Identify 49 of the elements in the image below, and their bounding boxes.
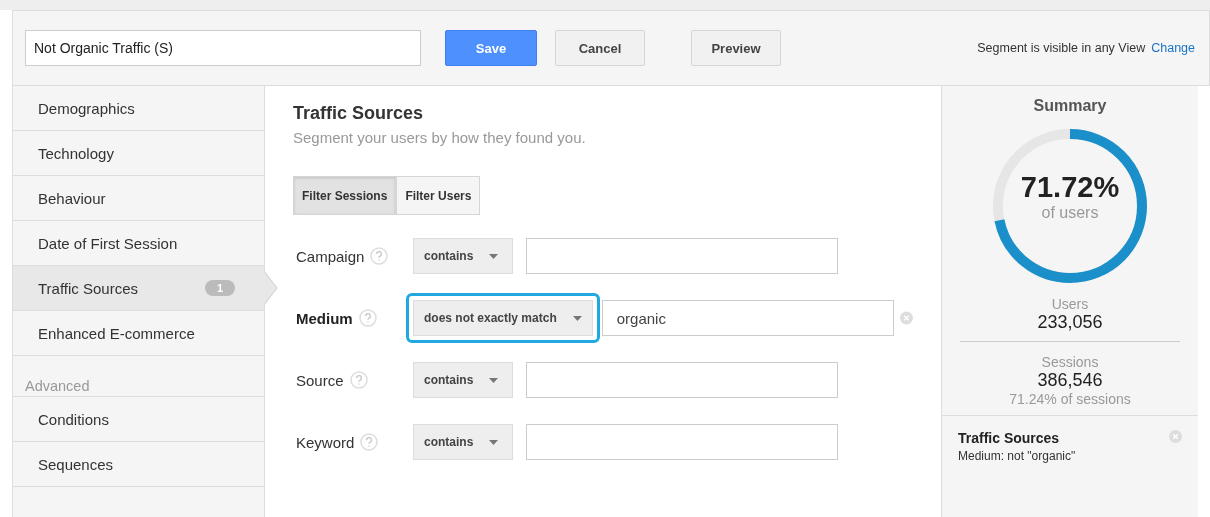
header-button[interactable]: Preview [691, 30, 781, 66]
percentage-value: 71.72% [1020, 170, 1120, 204]
stat-label: Sessions [1040, 354, 1100, 370]
sidebar-item[interactable]: Enhanced E-commerce [13, 311, 264, 356]
condition-value-field[interactable] [526, 238, 838, 274]
change-link[interactable]: Change [1151, 41, 1195, 55]
caret-icon [572, 315, 582, 321]
sidebar-item[interactable]: Demographics [13, 86, 264, 131]
filter-tab[interactable]: Filter Sessions [293, 176, 397, 215]
condition-value-field[interactable] [526, 424, 838, 460]
operator-dropdown[interactable]: contains [413, 424, 513, 460]
sidebar-item[interactable]: Conditions [13, 397, 264, 442]
filter-title: Traffic Sources [958, 430, 1061, 446]
caret-icon [489, 377, 499, 383]
section-heading: Advanced [13, 378, 264, 397]
caret-icon [489, 439, 499, 445]
condition-label: Campaign [296, 247, 365, 265]
stat-label: Users [1050, 296, 1090, 312]
segment-name-field[interactable]: Not Organic Traffic (S) [25, 30, 421, 66]
stat-share: 71.24% of sessions [1008, 391, 1132, 407]
stat-value: 386,546 [1036, 370, 1104, 391]
help-icon[interactable] [370, 247, 389, 265]
help-icon[interactable] [349, 371, 368, 389]
filter-tab[interactable]: Filter Users [396, 176, 481, 215]
remove-icon[interactable] [1169, 430, 1182, 443]
sidebar-item[interactable]: Behaviour [13, 176, 264, 221]
condition-label: Source [296, 371, 344, 389]
operator-dropdown[interactable]: contains [413, 362, 513, 398]
operator-dropdown[interactable]: does not exactly match [413, 300, 593, 336]
operator-dropdown[interactable]: contains [413, 238, 513, 274]
sidebar-item[interactable]: Sequences [13, 442, 264, 487]
caret-icon [489, 253, 499, 259]
panel-subtitle: Segment your users by how they found you. [293, 129, 587, 146]
summary-title: Summary [1033, 97, 1107, 115]
help-icon[interactable] [358, 309, 377, 327]
condition-label: Medium [296, 309, 353, 327]
count-badge: 1 [205, 280, 235, 296]
condition-value-field[interactable]: organic [601, 300, 895, 336]
filter-description: Medium: not "organic" [958, 449, 1076, 463]
percentage-label: of users [1041, 203, 1099, 222]
condition-label: Keyword [296, 433, 355, 451]
panel-title: Traffic Sources [293, 103, 425, 124]
help-icon[interactable] [360, 433, 379, 451]
stat-value: 233,056 [1036, 312, 1104, 333]
header-button[interactable]: Cancel [555, 30, 645, 66]
condition-value-field[interactable] [526, 362, 838, 398]
remove-icon[interactable] [900, 311, 913, 325]
sidebar-item[interactable]: Technology [13, 131, 264, 176]
visibility-text: Segment is visible in any View [977, 41, 1146, 55]
